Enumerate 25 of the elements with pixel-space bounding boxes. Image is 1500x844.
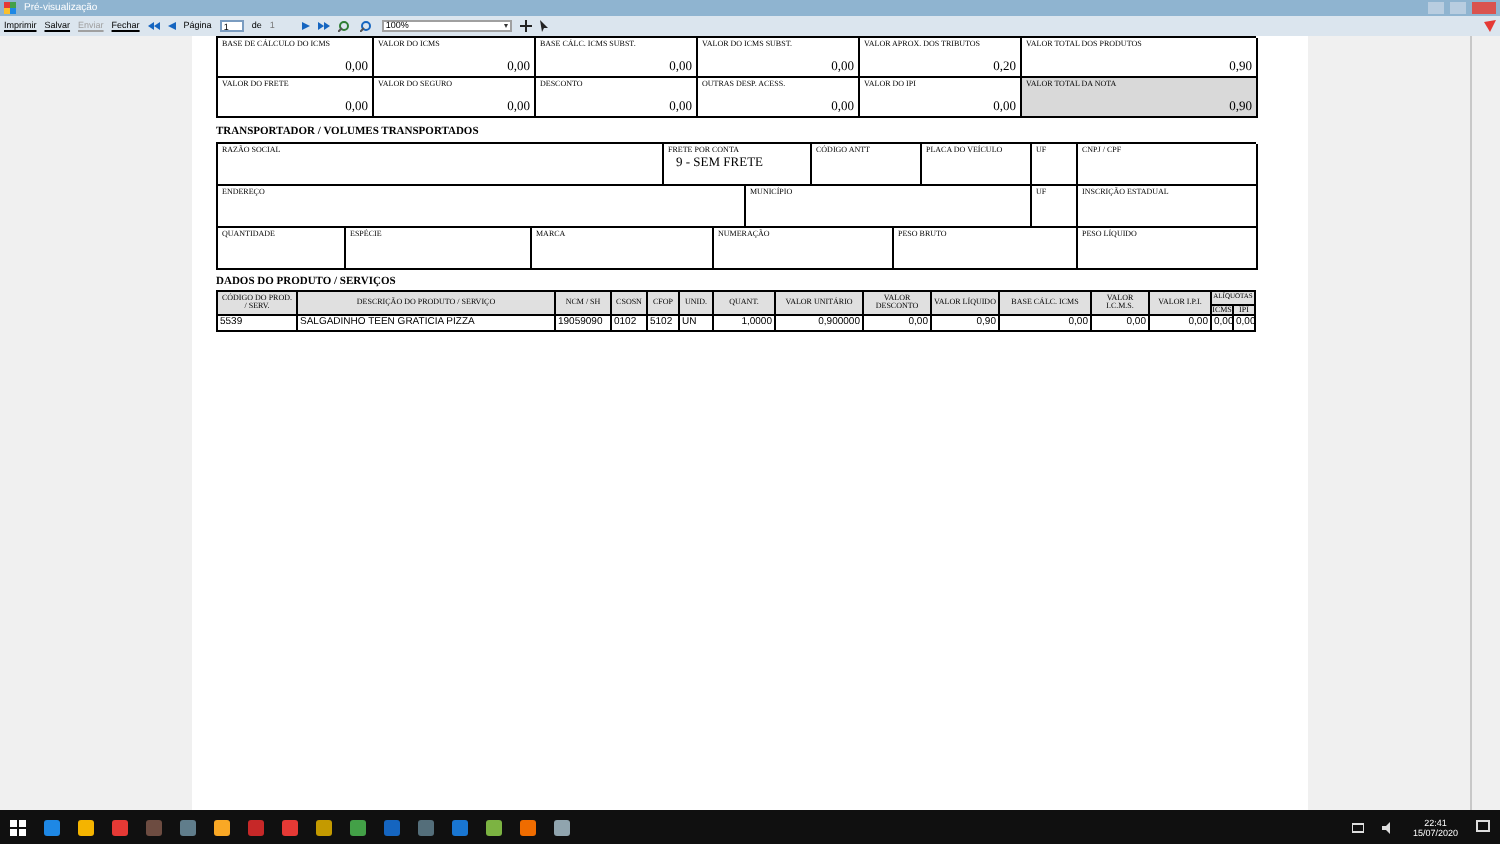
app-icon bbox=[4, 2, 18, 14]
notification-icon[interactable] bbox=[1476, 820, 1490, 834]
app-icon[interactable] bbox=[180, 819, 196, 835]
next-page-icon[interactable] bbox=[301, 22, 310, 30]
app-icon[interactable] bbox=[486, 819, 502, 835]
network-icon[interactable] bbox=[1352, 821, 1365, 833]
app-icon[interactable] bbox=[554, 819, 570, 835]
previous-page-icon[interactable] bbox=[167, 22, 176, 30]
pointer-icon[interactable] bbox=[539, 20, 548, 32]
first-page-icon[interactable] bbox=[147, 22, 160, 30]
app-icon[interactable] bbox=[282, 819, 298, 835]
logo-icon bbox=[1484, 20, 1496, 32]
zoom-out-icon[interactable] bbox=[359, 20, 374, 32]
app-icon[interactable] bbox=[214, 819, 230, 835]
speaker-icon[interactable] bbox=[1382, 821, 1395, 833]
app-icon[interactable] bbox=[350, 819, 366, 835]
last-page-icon[interactable] bbox=[317, 22, 330, 30]
app-icon[interactable] bbox=[44, 819, 60, 835]
app-icon[interactable] bbox=[78, 819, 94, 835]
zoom-in-icon[interactable] bbox=[337, 20, 352, 32]
app-icon[interactable] bbox=[316, 819, 332, 835]
crosshair-icon[interactable] bbox=[519, 20, 532, 32]
app-icon[interactable] bbox=[520, 819, 536, 835]
start-icon[interactable] bbox=[10, 819, 26, 835]
app-icon[interactable] bbox=[112, 819, 128, 835]
